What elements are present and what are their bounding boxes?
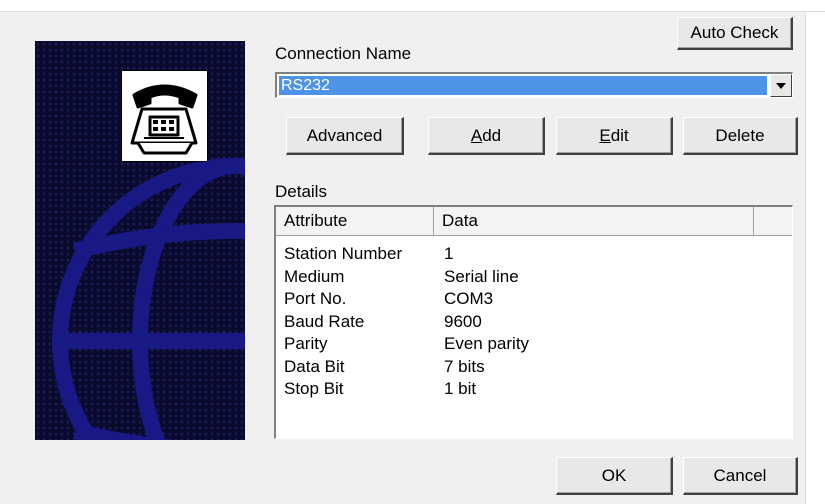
edit-label: dit: [610, 125, 629, 145]
attribute-cell: Baud Rate: [284, 311, 365, 331]
chevron-down-icon[interactable]: [770, 74, 792, 97]
attribute-cell: Data Bit: [284, 356, 345, 376]
dialog-top-edge: [0, 0, 825, 12]
telephone-icon-frame: [121, 70, 208, 162]
data-cell: Serial line: [444, 266, 519, 286]
delete-label: Delete: [715, 125, 765, 145]
advanced-button[interactable]: Advanced: [286, 117, 404, 155]
attribute-cell: Medium: [284, 266, 345, 286]
edit-button[interactable]: Edit: [556, 117, 673, 155]
add-button[interactable]: Add: [428, 117, 545, 155]
attribute-cell: Stop Bit: [284, 379, 344, 398]
ok-button[interactable]: OK: [556, 457, 673, 495]
advanced-label: Advanced: [306, 125, 383, 145]
attribute-cell: Port No.: [284, 289, 347, 308]
dialog-right-edge: [805, 12, 825, 504]
column-header-filler: [754, 207, 792, 236]
data-cell: COM3: [444, 289, 494, 308]
add-label: dd: [482, 125, 502, 145]
data-cell: 1: [444, 244, 454, 263]
details-label: Details: [275, 182, 327, 201]
cancel-label: Cancel: [713, 465, 767, 485]
add-mnemonic: A: [470, 125, 483, 145]
auto-check-label: Auto Check: [690, 23, 779, 42]
connection-name-dropdown[interactable]: RS232: [275, 72, 793, 98]
edit-mnemonic: E: [599, 125, 611, 145]
cancel-button[interactable]: Cancel: [683, 457, 798, 495]
data-cell: 7 bits: [444, 356, 485, 376]
delete-button[interactable]: Delete: [683, 117, 798, 155]
attribute-cell: Station Number: [284, 244, 403, 263]
connection-dialog: Connection Name Auto Check RS232 Advance…: [0, 0, 825, 504]
data-cell: Even parity: [444, 334, 530, 353]
auto-check-button[interactable]: Auto Check: [677, 17, 793, 50]
column-header-attribute[interactable]: Attribute: [276, 207, 434, 236]
ok-label: OK: [601, 465, 627, 485]
attribute-cell: Parity: [284, 334, 328, 353]
details-list[interactable]: Attribute Data Station Number 1 Medium Ser…: [274, 205, 793, 439]
telephone-icon: [130, 84, 198, 155]
column-header-data[interactable]: Data: [434, 207, 754, 236]
data-cell: 9600: [444, 311, 482, 331]
connection-name-label: Connection Name: [275, 44, 412, 63]
connection-name-value: RS232: [279, 76, 767, 95]
data-cell: 1 bit: [444, 379, 477, 398]
